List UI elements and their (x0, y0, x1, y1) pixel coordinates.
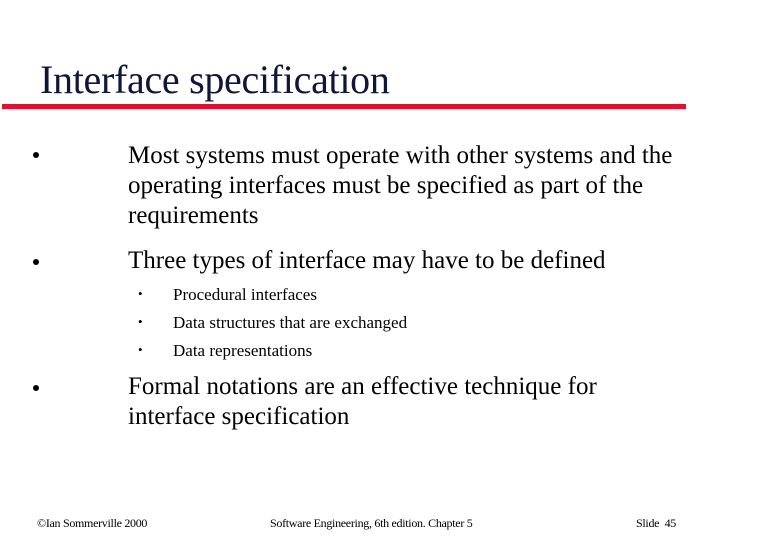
slide-title: Interface specification (40, 57, 390, 102)
sub-bullet-icon: • (138, 342, 143, 357)
sub-bullet-icon: • (138, 314, 143, 329)
sub-bullet-item: Data representations (173, 341, 313, 360)
sub-bullet-icon: • (138, 286, 143, 301)
bullet-item: Three types of interface may have to be … (128, 247, 606, 274)
footer-book: Software Engineering, 6th edition. Chapt… (270, 516, 473, 530)
bullet-item: Most systems must operate with other sys… (128, 142, 673, 229)
footer-slide-number: Slide 45 (636, 516, 676, 530)
title-underline (2, 104, 686, 109)
bullet-item: Formal notations are an effective techni… (128, 373, 597, 430)
bullet-icon (33, 259, 39, 265)
footer-copyright: ©Ian Sommerville 2000 (37, 516, 148, 530)
bullet-icon (33, 385, 39, 391)
sub-bullet-item: Data structures that are exchanged (173, 313, 408, 332)
bullet-icon (33, 152, 39, 158)
sub-bullet-item: Procedural interfaces (173, 285, 317, 304)
